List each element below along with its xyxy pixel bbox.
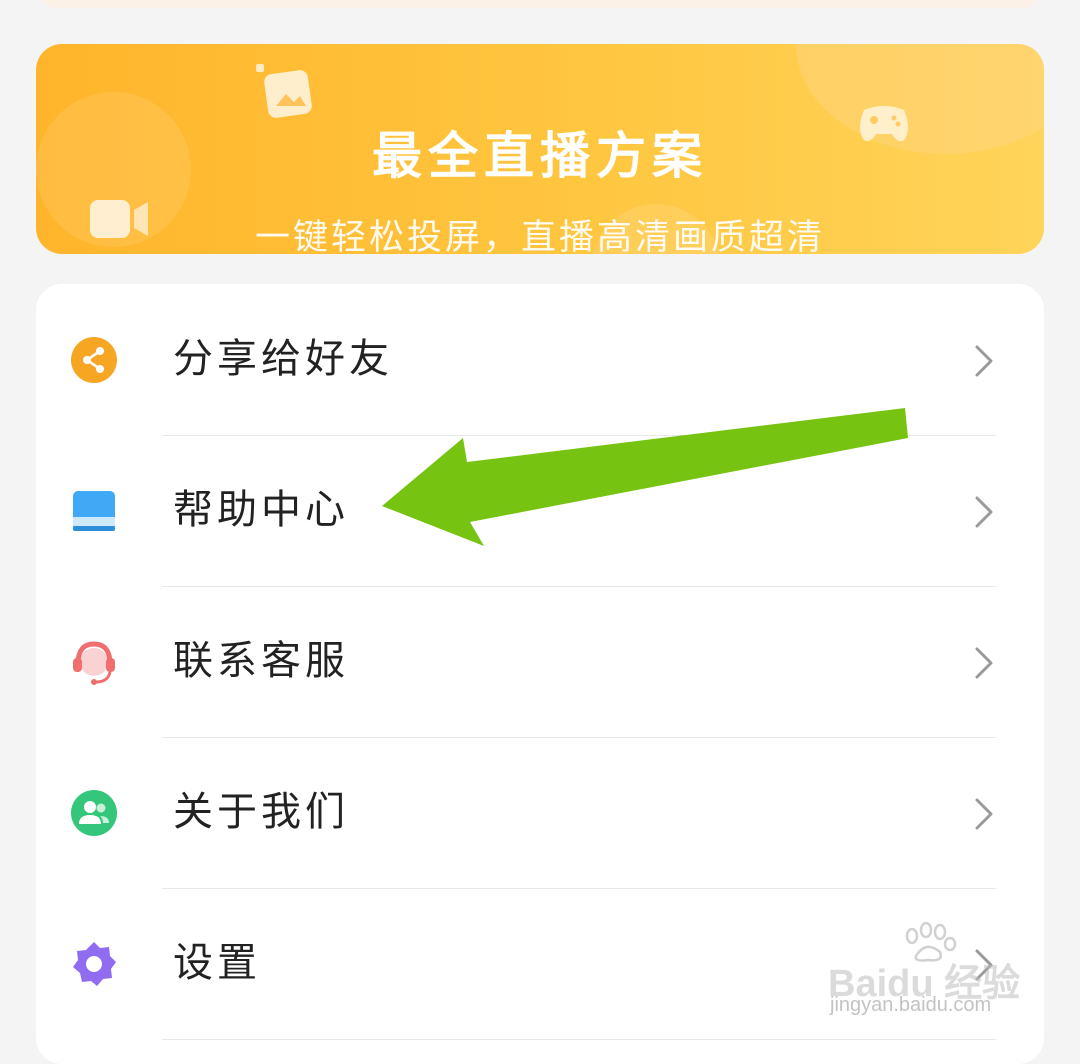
- menu-item-label: 关于我们: [173, 789, 349, 835]
- menu-item-label: 设置: [173, 940, 261, 986]
- menu-item-about-us[interactable]: 关于我们: [36, 737, 1044, 888]
- people-icon: [71, 790, 117, 836]
- menu-item-contact-support[interactable]: 联系客服: [36, 586, 1044, 737]
- divider: [162, 1039, 996, 1040]
- chevron-right-icon: [975, 345, 993, 377]
- chevron-right-icon: [975, 798, 993, 830]
- watermark-url: jingyan.baidu.com: [830, 994, 992, 1016]
- menu-item-share[interactable]: 分享给好友: [36, 284, 1044, 435]
- gear-icon: [73, 942, 116, 986]
- headset-icon: [73, 641, 115, 685]
- banner-subtitle: 一键轻松投屏，直播高清画质超清: [254, 218, 825, 254]
- banner-title: 最全直播方案: [372, 127, 708, 185]
- menu-item-help-center[interactable]: 帮助中心: [36, 435, 1044, 586]
- top-card-edge: [36, 0, 1044, 8]
- menu-item-label: 联系客服: [173, 638, 349, 684]
- chevron-right-icon: [975, 647, 993, 679]
- picture-icon: [256, 64, 312, 118]
- chevron-right-icon: [975, 496, 993, 528]
- menu-item-label: 分享给好友: [173, 336, 393, 382]
- menu-item-label: 帮助中心: [173, 487, 349, 533]
- baidu-jingyan-watermark: Baidu 经验 jingyan.baidu.com: [828, 922, 1028, 1022]
- book-icon: [73, 491, 115, 531]
- share-icon: [71, 337, 117, 383]
- live-promo-banner[interactable]: 最全直播方案 一键轻松投屏，直播高清画质超清: [36, 44, 1044, 254]
